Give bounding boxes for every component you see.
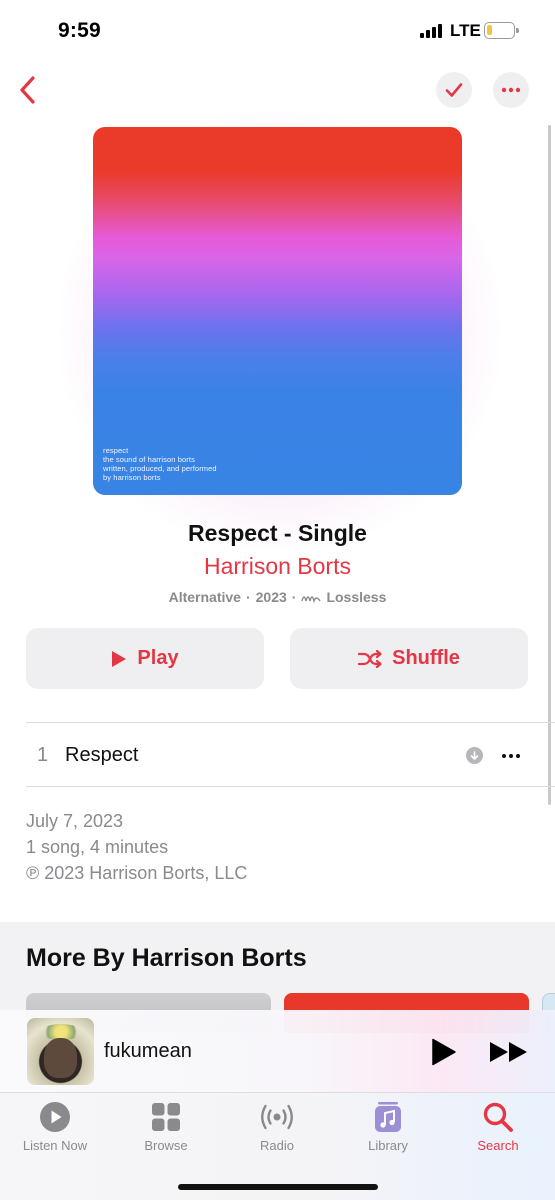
add-to-library-button[interactable] — [436, 72, 472, 108]
album-info: July 7, 2023 1 song, 4 minutes ℗ 2023 Ha… — [26, 808, 247, 886]
artwork-caption: respect the sound of harrison borts writ… — [103, 446, 217, 482]
signal-strength-icon — [420, 24, 442, 38]
status-bar: 9:59 LTE — [0, 0, 555, 60]
back-button[interactable] — [10, 70, 46, 110]
search-icon — [483, 1102, 513, 1132]
download-icon[interactable] — [466, 747, 483, 764]
network-type: LTE — [450, 21, 481, 40]
album-title: Respect - Single — [188, 520, 367, 546]
release-date: July 7, 2023 — [26, 811, 124, 831]
arrow-down-icon — [470, 750, 479, 760]
play-label: Play — [137, 647, 179, 669]
scrollbar[interactable] — [548, 125, 551, 805]
play-circle-icon — [40, 1102, 70, 1132]
tab-library[interactable]: Library — [343, 1100, 433, 1153]
album-meta: Alternative · 2023 · Lossless — [168, 589, 387, 605]
play-icon — [112, 650, 127, 667]
grid-icon — [152, 1103, 180, 1131]
now-playing-title[interactable]: fukumean — [104, 1040, 192, 1063]
track-summary: 1 song, 4 minutes — [26, 837, 169, 857]
track-more-button[interactable] — [498, 746, 524, 766]
album-artwork: respect the sound of harrison borts writ… — [93, 127, 462, 495]
home-indicator[interactable] — [178, 1184, 378, 1190]
divider — [26, 722, 555, 723]
clock: 9:59 — [58, 19, 101, 42]
quality-badge: Lossless — [326, 589, 387, 605]
fast-forward-icon[interactable] — [489, 1040, 529, 1064]
more-options-button[interactable] — [493, 72, 529, 108]
battery-icon — [484, 22, 519, 39]
checkmark-icon — [445, 83, 463, 97]
shuffle-button[interactable]: Shuffle — [290, 628, 528, 689]
track-row[interactable]: 1 Respect — [0, 724, 555, 786]
copyright: ℗ 2023 Harrison Borts, LLC — [26, 863, 248, 883]
track-title: Respect — [65, 744, 139, 766]
tab-listen-now[interactable]: Listen Now — [10, 1100, 100, 1153]
tab-radio[interactable]: Radio — [232, 1100, 322, 1153]
tab-search[interactable]: Search — [453, 1100, 543, 1153]
release-year: 2023 — [255, 589, 287, 605]
shuffle-icon — [358, 649, 382, 668]
tab-browse[interactable]: Browse — [121, 1100, 211, 1153]
now-playing-artwork[interactable] — [27, 1018, 94, 1085]
ellipsis-icon — [502, 754, 506, 758]
radio-waves-icon — [261, 1104, 293, 1130]
genre: Alternative — [168, 589, 241, 605]
battery-level — [487, 25, 492, 35]
play-button[interactable]: Play — [26, 628, 264, 689]
music-note-library-icon — [375, 1102, 401, 1132]
artist-link[interactable]: Harrison Borts — [0, 553, 555, 580]
shuffle-label: Shuffle — [392, 647, 460, 669]
play-icon[interactable] — [431, 1038, 457, 1066]
ellipsis-icon — [501, 87, 521, 93]
divider — [26, 786, 555, 787]
chevron-left-icon — [20, 76, 35, 104]
lossless-icon — [301, 596, 322, 603]
more-by-title[interactable]: More By Harrison Borts — [26, 944, 307, 973]
track-number: 1 — [37, 744, 49, 766]
